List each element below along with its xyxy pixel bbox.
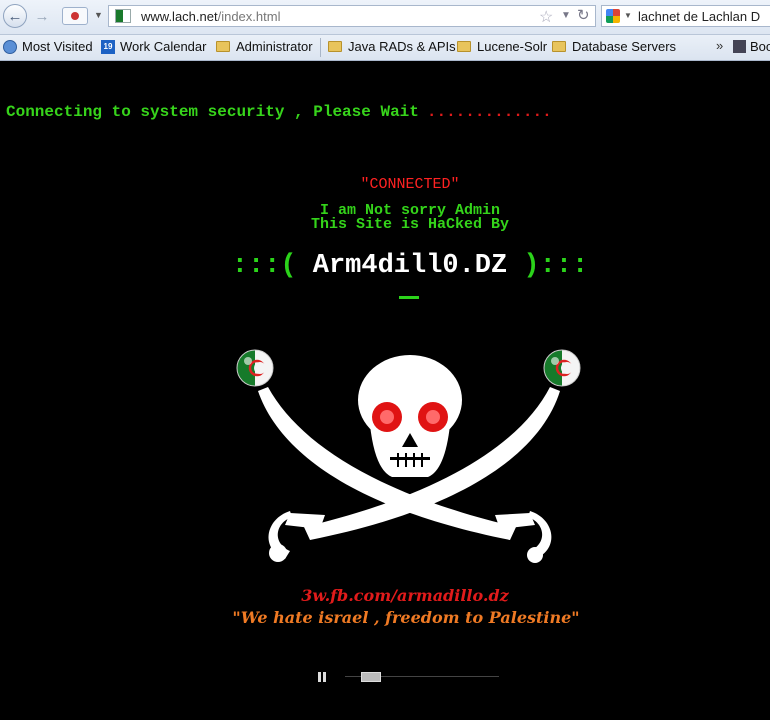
reload-icon[interactable]: ↻ [577,6,590,24]
message-line-2: This Site is HaCked By [310,216,510,233]
bookmark-database-servers[interactable]: Database Servers [552,39,676,54]
connecting-text: Connecting to system security , Please W… [6,103,419,121]
handle-name: Arm4dill0.DZ [296,251,524,281]
slogan-text: "We hate israel , freedom to Palestine" [232,608,580,627]
history-dropdown-icon[interactable]: ▼ [94,10,103,20]
more-bookmarks-chevron[interactable]: » [716,38,723,53]
url-bar[interactable]: www.lach.net/index.html ☆ ▼ ↻ [108,5,596,27]
site-identity-icon [71,12,79,20]
most-visited-icon [3,39,17,54]
google-icon[interactable] [606,9,620,23]
search-engine-dropdown-icon[interactable]: ▼ [624,11,632,20]
navigation-toolbar: ← → ▼ www.lach.net/index.html ☆ ▼ ↻ ▼ la… [0,0,770,35]
skull [358,355,462,477]
handle-deco-left: :::( [231,251,297,281]
back-arrow-icon: ← [7,7,23,25]
bookmark-work-calendar[interactable]: 19 Work Calendar [101,39,206,54]
folder-icon [552,41,566,52]
bookmark-separator [320,38,321,57]
connecting-dots: ............. [426,103,552,121]
left-algerian-flag-ball [236,349,274,387]
seek-thumb[interactable] [361,672,382,682]
forward-arrow-icon: → [34,7,50,25]
search-input[interactable]: lachnet de Lachlan D [638,9,760,24]
bookmark-label: Administrator [236,39,313,54]
search-bar[interactable]: ▼ lachnet de Lachlan D [601,5,770,27]
url-path: /index.html [217,9,281,24]
url-host: www.lach.net [141,9,218,24]
site-identity-button[interactable] [62,7,88,25]
bookmark-label: Boo [750,39,770,54]
bookmark-java-rads-apis[interactable]: Java RADs & APIs [328,39,456,54]
back-button[interactable]: ← [3,4,27,28]
favicon-icon [115,9,131,23]
bookmark-label: Work Calendar [120,39,207,54]
bookmarks-toolbar: Most Visited 19 Work Calendar Administrat… [0,35,770,61]
url-text[interactable]: www.lach.net/index.html [141,9,280,24]
forward-button[interactable]: → [30,4,54,28]
bookmark-label: Java RADs & APIs [348,39,456,54]
bookmarks-menu-icon [733,40,746,53]
right-algerian-flag-ball [543,349,581,387]
connecting-message: Connecting to system security , Please W… [6,103,552,121]
bookmark-most-visited[interactable]: Most Visited [3,39,93,54]
folder-icon [328,41,342,52]
bookmark-boo[interactable]: Boo [733,39,770,54]
blinking-cursor [399,296,419,299]
handle-deco-right: )::: [523,251,589,281]
url-dropdown-icon[interactable]: ▼ [561,10,571,21]
bookmark-administrator[interactable]: Administrator [216,39,313,54]
skull-crossed-swords-image [236,349,581,563]
bookmark-star-icon[interactable]: ☆ [539,7,553,27]
folder-icon [457,41,471,52]
bookmark-lucene-solr[interactable]: Lucene-Solr [457,39,547,54]
calendar-icon: 19 [101,39,115,54]
bookmark-label: Lucene-Solr [477,39,548,54]
pause-icon[interactable] [318,672,326,682]
hacker-handle: :::( Arm4dill0.DZ )::: [0,251,770,281]
facebook-link[interactable]: 3w.fb.com/armadillo.dz [0,586,770,605]
connected-status: "CONNECTED" [360,176,460,193]
folder-icon [216,41,230,52]
bookmark-label: Most Visited [22,39,93,54]
bookmark-label: Database Servers [572,39,677,54]
